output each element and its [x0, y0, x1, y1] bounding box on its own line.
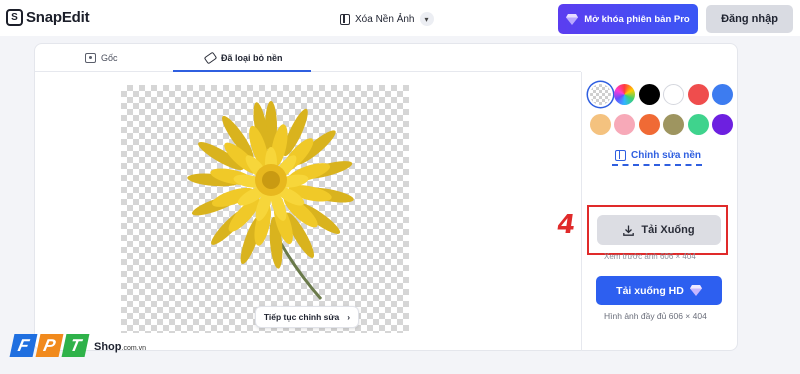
swatch-transparent[interactable]	[590, 84, 611, 105]
chevron-down-icon: ▾	[419, 12, 434, 26]
app-logo[interactable]: S SnapEdit	[6, 9, 90, 26]
flower-image	[187, 101, 354, 300]
fpt-letter-f: F	[9, 334, 38, 357]
swatch-olive[interactable]	[663, 114, 684, 135]
view-tabs: Gốc Đã loại bỏ nền	[35, 44, 581, 72]
eraser-icon	[203, 51, 218, 65]
tab-original-label: Gốc	[101, 53, 118, 63]
tab-original[interactable]: Gốc	[85, 44, 118, 72]
swatch-orange[interactable]	[639, 114, 660, 135]
download-icon	[623, 225, 635, 236]
login-button[interactable]: Đăng nhập	[706, 5, 793, 33]
download-label: Tải Xuống	[641, 224, 695, 236]
diamond-icon	[689, 285, 702, 296]
preview-size-note: Xem trước ảnh 606 × 404	[604, 252, 696, 261]
continue-editing-label: Tiếp tục chỉnh sửa	[263, 312, 340, 322]
fpt-letter-p: P	[35, 334, 64, 357]
swatch-pink[interactable]	[614, 114, 635, 135]
unlock-pro-button[interactable]: Mở khóa phiên bản Pro	[558, 4, 698, 34]
chevron-right-icon: ›	[347, 312, 351, 322]
shop-domain: .com.vn	[121, 345, 147, 352]
edit-background-label: Chỉnh sửa nền	[631, 150, 702, 161]
swatch-peach[interactable]	[590, 114, 611, 135]
diamond-icon	[566, 13, 579, 25]
fpt-shop-logo: F P T	[9, 334, 90, 357]
swatch-blue[interactable]	[712, 84, 733, 105]
download-hd-label: Tải xuống HD	[616, 284, 684, 297]
edit-background-link[interactable]: Chỉnh sửa nền	[615, 150, 701, 161]
edit-background-icon	[615, 150, 626, 161]
mode-label: Xóa Nền Ảnh	[355, 13, 415, 25]
tab-background-removed[interactable]: Đã loại bỏ nền	[203, 44, 283, 72]
download-button[interactable]: Tải Xuống	[597, 215, 721, 245]
panel-divider	[581, 72, 582, 351]
swatch-green[interactable]	[688, 114, 709, 135]
fpt-letter-t: T	[61, 334, 90, 357]
top-bar: S SnapEdit Xóa Nền Ảnh ▾ Mở khóa phiên b…	[0, 0, 800, 36]
swatch-red[interactable]	[688, 84, 709, 105]
shop-word: Shop	[94, 341, 122, 353]
swatch-white[interactable]	[663, 84, 684, 105]
unlock-pro-label: Mở khóa phiên bản Pro	[584, 13, 690, 25]
mode-dropdown[interactable]: Xóa Nền Ảnh ▾	[334, 9, 440, 29]
logo-icon: S	[6, 9, 23, 26]
image-icon	[85, 53, 96, 63]
download-hd-button[interactable]: Tải xuống HD	[596, 276, 722, 305]
app-name: SnapEdit	[26, 9, 90, 26]
tab-background-removed-label: Đã loại bỏ nền	[221, 53, 283, 63]
active-tab-indicator	[173, 70, 311, 72]
result-image-canvas[interactable]: Tiếp tục chỉnh sửa ›	[121, 85, 409, 333]
full-size-note: Hình ảnh đầy đủ 606 × 404	[604, 311, 707, 321]
swatch-rainbow[interactable]	[614, 84, 635, 105]
continue-editing-button[interactable]: Tiếp tục chỉnh sửa ›	[255, 306, 359, 328]
swatch-black[interactable]	[639, 84, 660, 105]
edit-background-underline	[612, 164, 702, 166]
mode-icon	[340, 13, 350, 25]
swatch-purple[interactable]	[712, 114, 733, 135]
step-number-annotation: 4	[554, 210, 578, 240]
fpt-shop-text: Shop.com.vn	[94, 341, 146, 353]
